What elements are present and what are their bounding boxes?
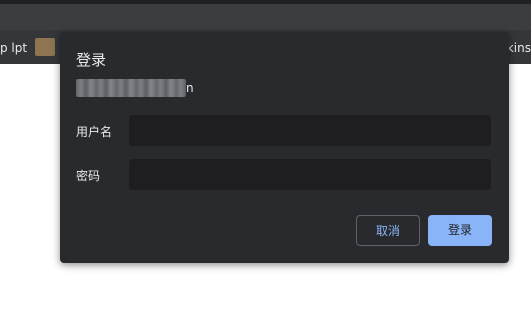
origin-tail-text: n (186, 81, 194, 95)
password-label: 密码 (76, 169, 101, 183)
address-bar-row (0, 4, 531, 30)
site-origin: n (76, 79, 194, 97)
login-button[interactable]: 登录 (428, 215, 492, 246)
bookmark-favicon[interactable] (35, 38, 55, 56)
bookmark-item-left[interactable]: p lpt (0, 40, 27, 56)
login-dialog: 登录 n 用户名 密码 取消 登录 (60, 32, 509, 263)
cancel-button[interactable]: 取消 (356, 215, 420, 246)
password-field[interactable] (129, 159, 491, 190)
dialog-title: 登录 (76, 51, 107, 69)
redacted-origin-text (76, 79, 186, 97)
username-label: 用户名 (76, 125, 113, 139)
username-field[interactable] (129, 115, 491, 146)
